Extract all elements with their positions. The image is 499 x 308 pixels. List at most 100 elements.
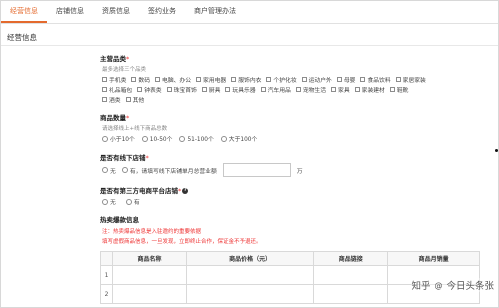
category-option-label: 家装建材 [361, 88, 385, 94]
checkbox[interactable] [102, 77, 107, 82]
third-party-option-no[interactable]: 无 [102, 197, 116, 206]
category-option[interactable]: 礼品箱包 [102, 85, 132, 94]
radio[interactable] [179, 135, 186, 142]
checkbox[interactable] [125, 97, 131, 102]
question-icon[interactable]: ? [182, 188, 189, 194]
tab-qualification-info[interactable]: 资质信息 [93, 1, 139, 23]
third-party-store-label-text: 是否有第三方电商平台店铺 [100, 187, 178, 195]
category-option-label: 手机类 [109, 78, 127, 84]
main-category-hint: 最多选择三个品类 [102, 67, 147, 73]
checkbox[interactable] [295, 87, 301, 92]
category-option[interactable]: 汽车用品 [260, 85, 291, 94]
checkbox[interactable] [389, 87, 395, 92]
category-option[interactable]: 钟表类 [137, 85, 162, 94]
checkbox[interactable] [102, 97, 107, 102]
checkbox[interactable] [225, 87, 231, 92]
offline-store-option-yes[interactable]: 有，请填写线下店铺单月总营业额 [121, 166, 217, 175]
product-link-cell[interactable] [313, 284, 389, 304]
hot-products-warning-1: 注：热卖爆品信息是入驻邀约的重要依据 [102, 229, 202, 235]
checkbox[interactable] [331, 87, 337, 92]
product-link-cell[interactable] [313, 265, 389, 285]
category-option-label: 珠宝首饰 [173, 88, 197, 94]
checkbox[interactable] [166, 87, 172, 92]
checkbox[interactable] [102, 87, 107, 92]
checkbox[interactable] [131, 77, 137, 82]
category-option-label: 服饰内衣 [238, 78, 262, 84]
category-option[interactable]: 厨具 [201, 85, 220, 94]
category-option[interactable]: 其他 [125, 95, 144, 104]
product-price-cell[interactable] [185, 284, 315, 304]
tab-merchant-rules[interactable]: 商户管理办法 [185, 1, 245, 23]
category-option[interactable]: 运动户外 [301, 75, 332, 84]
category-option[interactable]: 电脑、办公 [155, 75, 191, 84]
category-option[interactable]: 服饰内衣 [231, 75, 261, 84]
radio[interactable] [102, 198, 108, 205]
third-party-store-options: 无 有 [102, 197, 140, 206]
product-count-option[interactable]: 大于100个 [220, 134, 257, 143]
watermark: 知乎 @ 今日头条张 [411, 278, 494, 292]
checkbox[interactable] [155, 77, 161, 82]
checkbox[interactable] [196, 77, 202, 82]
category-option[interactable]: 食品饮料 [360, 75, 391, 84]
category-option[interactable]: 玩具乐器 [225, 85, 256, 94]
required-mark: * [126, 114, 130, 122]
radio[interactable] [141, 135, 148, 142]
category-option[interactable]: 鞋靴 [389, 85, 409, 94]
checkbox[interactable] [336, 77, 342, 82]
tab-business-info[interactable]: 经营信息 [1, 1, 47, 23]
revenue-unit: 万 [296, 168, 303, 175]
tab-store-info[interactable]: 店铺信息 [47, 1, 93, 23]
offline-store-option-no[interactable]: 无 [102, 166, 116, 175]
checkbox[interactable] [231, 77, 237, 82]
radio[interactable] [220, 135, 227, 142]
category-option-label: 数码 [138, 78, 151, 84]
category-option-label: 礼品箱包 [109, 88, 133, 94]
category-option[interactable]: 家用电器 [196, 75, 226, 84]
checkbox[interactable] [137, 87, 143, 92]
tab-contract-business[interactable]: 签约业务 [139, 1, 185, 23]
table-header-price: 商品价格（元） [185, 251, 315, 266]
checkbox[interactable] [360, 77, 366, 82]
category-option[interactable]: 宠物生活 [295, 85, 326, 94]
product-count-option[interactable]: 小于10个 [102, 134, 135, 143]
checkbox[interactable] [266, 77, 272, 82]
product-count-options: 小于10个 10-50个 51-100个 大于100个 [102, 134, 257, 143]
category-option[interactable]: 家居家装 [395, 75, 426, 84]
radio[interactable] [102, 167, 108, 173]
checkbox[interactable] [354, 87, 360, 92]
table-header-link: 商品链接 [313, 251, 389, 266]
product-count-option[interactable]: 51-100个 [179, 134, 214, 143]
third-party-store-label: 是否有第三方电商平台店铺*? [100, 185, 189, 195]
product-count-option-label: 小于10个 [110, 137, 135, 143]
checkbox[interactable] [301, 77, 307, 82]
monthly-revenue-input[interactable] [222, 163, 291, 177]
section-divider [1, 45, 498, 46]
table-header-row: 商品名称 商品价格（元） 商品链接 商品月销量 [100, 251, 480, 266]
checkbox[interactable] [260, 87, 266, 92]
product-count-option[interactable]: 10-50个 [141, 134, 172, 143]
category-option[interactable]: 数码 [131, 75, 150, 84]
offline-store-options: 无 有，请填写线下店铺单月总营业额 万 [102, 163, 303, 177]
row-index: 1 [100, 265, 113, 285]
category-option[interactable]: 母婴 [336, 75, 356, 84]
radio[interactable] [125, 198, 132, 205]
main-category-label-text: 主营品类 [100, 55, 126, 63]
required-mark: * [126, 55, 130, 63]
third-party-option-yes[interactable]: 有 [125, 197, 140, 206]
category-option[interactable]: 酒类 [102, 95, 121, 104]
checkbox[interactable] [395, 77, 401, 82]
product-name-cell[interactable] [112, 265, 187, 285]
radio[interactable] [121, 167, 128, 173]
offline-store-label-text: 是否有线下店铺 [100, 154, 146, 162]
category-option[interactable]: 家具 [331, 85, 350, 94]
category-option[interactable]: 个护化妆 [266, 75, 297, 84]
product-name-cell[interactable] [112, 284, 187, 304]
checkbox[interactable] [201, 87, 207, 92]
category-option-label: 鞋靴 [396, 88, 409, 94]
radio[interactable] [102, 135, 108, 142]
category-option[interactable]: 家装建材 [354, 85, 385, 94]
product-price-cell[interactable] [185, 265, 315, 285]
category-option-label: 母婴 [343, 78, 356, 84]
category-option[interactable]: 珠宝首饰 [166, 85, 197, 94]
category-option[interactable]: 手机类 [102, 75, 126, 84]
